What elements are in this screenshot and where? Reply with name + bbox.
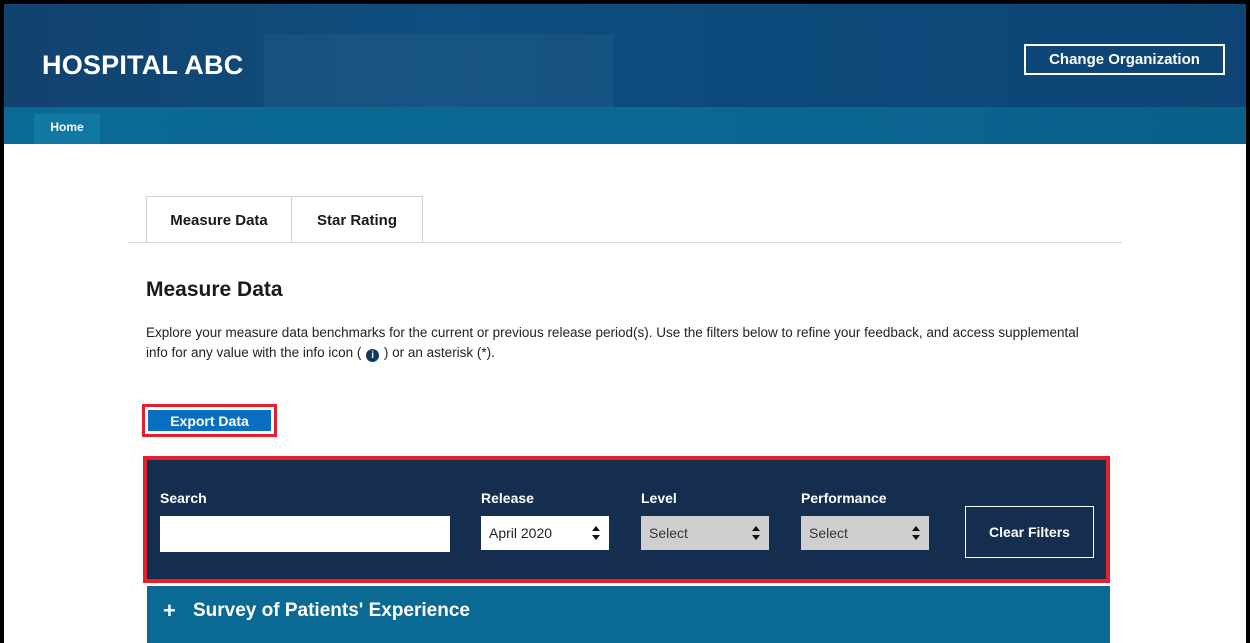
sort-arrows-icon xyxy=(592,526,600,540)
tab-measure-data[interactable]: Measure Data xyxy=(146,196,292,242)
clear-filters-button[interactable]: Clear Filters xyxy=(965,506,1094,558)
tab-star-rating[interactable]: Star Rating xyxy=(292,196,423,242)
tab-bar: Measure Data Star Rating xyxy=(128,196,1122,243)
export-highlight: Export Data xyxy=(142,404,277,437)
performance-select-value: Select xyxy=(809,525,848,541)
level-select-value: Select xyxy=(649,525,688,541)
change-organization-button[interactable]: Change Organization xyxy=(1024,44,1225,75)
app-window: HOSPITAL ABC Change Organization Home Me… xyxy=(0,0,1250,643)
sort-arrows-icon xyxy=(752,526,760,540)
release-label: Release xyxy=(481,490,534,506)
site-header: HOSPITAL ABC Change Organization xyxy=(4,4,1246,107)
accordion-survey-patients-experience[interactable]: + Survey of Patients' Experience xyxy=(147,586,1110,643)
page-description: Explore your measure data benchmarks for… xyxy=(146,323,1096,363)
filter-panel: Search Release April 2020 Level Select P… xyxy=(143,456,1110,583)
plus-icon: + xyxy=(163,598,176,623)
description-text-start: Explore your measure data benchmarks for… xyxy=(146,325,1079,360)
info-icon: i xyxy=(366,349,380,362)
performance-select[interactable]: Select xyxy=(801,516,929,550)
level-label: Level xyxy=(641,490,677,506)
page-title: Measure Data xyxy=(146,278,283,301)
release-select-value: April 2020 xyxy=(489,525,553,541)
search-label: Search xyxy=(160,490,207,506)
sort-arrows-icon xyxy=(912,526,920,540)
release-select[interactable]: April 2020 xyxy=(481,516,609,550)
nav-item-home[interactable]: Home xyxy=(34,114,100,144)
search-input[interactable] xyxy=(160,516,450,552)
level-select[interactable]: Select xyxy=(641,516,769,550)
main-nav: Home xyxy=(4,107,1246,144)
accordion-label: Survey of Patients' Experience xyxy=(193,600,470,621)
header-decoration xyxy=(264,34,614,107)
performance-label: Performance xyxy=(801,490,887,506)
export-data-button[interactable]: Export Data xyxy=(148,410,271,431)
organization-name: HOSPITAL ABC xyxy=(42,50,244,80)
description-text-end: ) or an asterisk (*). xyxy=(383,345,495,360)
